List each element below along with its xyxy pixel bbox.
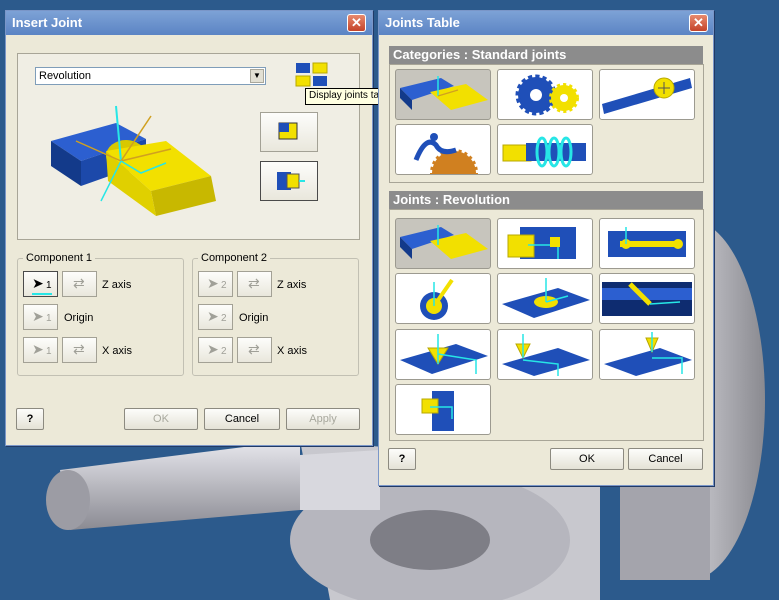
flip-component-button[interactable] — [260, 112, 318, 152]
cursor-arrow-icon: ➤ — [32, 341, 44, 357]
component1-num: 1 — [46, 313, 52, 324]
category-tile-slide[interactable] — [599, 69, 695, 120]
joints-table-button[interactable] — [294, 61, 330, 89]
cursor-arrow-icon: ➤ — [207, 341, 219, 357]
component1-x-axis-label: X axis — [102, 345, 132, 357]
cursor-arrow-icon: ➤ — [32, 275, 44, 291]
component1-origin-select-button[interactable]: ➤ 1 — [23, 304, 58, 330]
flip-icon — [278, 122, 298, 140]
joint-type-value: Revolution — [39, 70, 91, 82]
cursor-arrow-icon: ➤ — [32, 308, 44, 324]
flip-axis-icon: ⇄ — [73, 275, 85, 291]
component2-origin-label: Origin — [239, 312, 269, 324]
component2-origin-select-button[interactable]: ➤ 2 — [198, 304, 233, 330]
component2-num: 2 — [221, 280, 227, 291]
joints-table-titlebar[interactable]: Joints Table — [379, 11, 713, 35]
screw-category-icon — [502, 136, 586, 168]
transitional-category-icon — [413, 133, 478, 174]
joint-tile-6[interactable] — [599, 273, 695, 324]
chevron-down-icon[interactable]: ▼ — [250, 69, 264, 83]
component2-z-axis-label: Z axis — [277, 279, 307, 291]
joint-tile-9[interactable] — [599, 329, 695, 380]
help-button[interactable]: ? — [388, 448, 416, 470]
category-tile-transitional[interactable] — [395, 124, 491, 175]
component1-title: Component 1 — [23, 252, 96, 264]
joint-tile-3[interactable] — [599, 218, 695, 269]
selection-underline — [32, 293, 52, 295]
help-button[interactable]: ? — [16, 408, 44, 430]
categories-header: Categories : Standard joints — [389, 46, 703, 64]
plate-revolve-icon — [502, 278, 590, 318]
slide-category-icon — [602, 77, 692, 114]
joints-header: Joints : Revolution — [389, 191, 703, 209]
joints-table-dialog: Joints Table ✕ Categories : Standard joi… — [378, 10, 714, 486]
component1-z-axis-label: Z axis — [102, 279, 132, 291]
pin-joint-icon — [608, 227, 686, 257]
category-tile-gears[interactable] — [497, 69, 593, 120]
joints-table-icon — [295, 62, 328, 87]
close-icon[interactable]: ✕ — [347, 14, 366, 32]
joint-tile-10[interactable] — [395, 384, 491, 435]
insert-joint-titlebar[interactable]: Insert Joint — [6, 11, 372, 35]
flip-axis-icon: ⇄ — [248, 341, 260, 357]
cancel-button[interactable]: Cancel — [204, 408, 280, 430]
flip-axis-icon: ⇄ — [248, 275, 260, 291]
component2-x-axis-select-button[interactable]: ➤ 2 — [198, 337, 233, 363]
component1-z-axis-flip-button[interactable]: ⇄ — [62, 271, 97, 297]
component1-num: 1 — [46, 346, 52, 357]
category-tile-rotation[interactable] — [395, 69, 491, 120]
component1-z-axis-select-button[interactable]: ➤ 1 — [23, 271, 58, 297]
rotation-category-icon — [400, 76, 488, 110]
component2-title: Component 2 — [198, 252, 271, 264]
joint-type-select[interactable]: Revolution ▼ — [35, 67, 266, 85]
component2-num: 2 — [221, 313, 227, 324]
component1-origin-label: Origin — [64, 312, 94, 324]
joint-tile-1[interactable] — [395, 218, 491, 269]
joint-tile-8[interactable] — [497, 329, 593, 380]
flip-axis-icon: ⇄ — [73, 341, 85, 357]
cone-plate-3-icon — [604, 332, 692, 376]
cylinder-revolve-icon — [602, 282, 692, 316]
help-icon: ? — [398, 453, 406, 465]
hinge-joint-icon — [507, 227, 576, 259]
component2-x-axis-label: X axis — [277, 345, 307, 357]
component1-x-axis-select-button[interactable]: ➤ 1 — [23, 337, 58, 363]
close-icon[interactable]: ✕ — [689, 14, 708, 32]
insert-joint-dialog: Insert Joint ✕ Revolution ▼ Display join… — [5, 10, 380, 446]
help-icon: ? — [26, 413, 34, 425]
ok-button[interactable]: OK — [550, 448, 624, 470]
ball-joint-icon — [420, 278, 454, 320]
component1-x-axis-flip-button[interactable]: ⇄ — [62, 337, 97, 363]
cursor-arrow-icon: ➤ — [207, 275, 219, 291]
joint-tile-2[interactable] — [497, 218, 593, 269]
animate-joint-button[interactable] — [260, 161, 318, 201]
joint-tile-5[interactable] — [497, 273, 593, 324]
component2-num: 2 — [221, 346, 227, 357]
insert-joint-title: Insert Joint — [12, 15, 83, 30]
revolution-joint-preview — [51, 105, 216, 216]
cancel-button[interactable]: Cancel — [628, 448, 703, 470]
component2-z-axis-select-button[interactable]: ➤ 2 — [198, 271, 233, 297]
ok-button[interactable]: OK — [124, 408, 198, 430]
cone-plate-2-icon — [502, 334, 590, 376]
joint-tile-4[interactable] — [395, 273, 491, 324]
joints-table-tooltip: Display joints table — [305, 88, 380, 105]
revolution-joint-icon — [400, 225, 488, 259]
animate-icon — [277, 172, 305, 190]
apply-button[interactable]: Apply — [286, 408, 360, 430]
component2-x-axis-flip-button[interactable]: ⇄ — [237, 337, 272, 363]
gears-category-icon — [515, 74, 579, 116]
joint-tile-7[interactable] — [395, 329, 491, 380]
component2-z-axis-flip-button[interactable]: ⇄ — [237, 271, 272, 297]
category-tile-screw[interactable] — [497, 124, 593, 175]
cursor-arrow-icon: ➤ — [207, 308, 219, 324]
component1-num: 1 — [46, 280, 52, 291]
joints-table-title: Joints Table — [385, 15, 460, 30]
block-revolve-icon — [421, 391, 454, 431]
cone-plate-icon — [400, 334, 488, 374]
